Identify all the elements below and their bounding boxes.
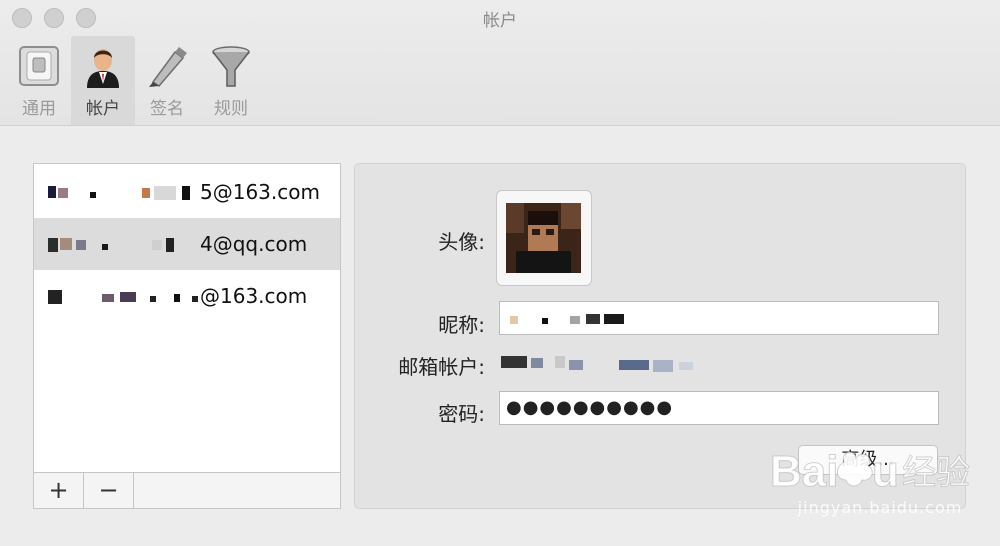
- tab-general[interactable]: 通用: [7, 36, 71, 125]
- tab-rules-label: 规则: [214, 99, 248, 119]
- tab-signatures-label: 签名: [150, 99, 184, 119]
- redacted-text: [48, 186, 190, 200]
- redacted-text: [48, 290, 198, 304]
- svg-text:u: u: [872, 447, 899, 496]
- account-list: 5@163.com 4@qq.com @163.com + −: [33, 163, 341, 509]
- nickname-label: 昵称:: [438, 313, 485, 337]
- window-title: 帐户: [483, 11, 517, 31]
- account-row[interactable]: 5@163.com: [34, 166, 340, 218]
- tab-rules[interactable]: 规则: [199, 36, 263, 125]
- add-account-button[interactable]: +: [34, 473, 84, 508]
- avatar-well[interactable]: [496, 190, 592, 286]
- list-footer: + −: [34, 472, 340, 508]
- user-icon: [87, 49, 119, 88]
- account-row-selected[interactable]: 4@qq.com: [34, 218, 340, 270]
- password-field[interactable]: ●●●●●●●●●●: [499, 391, 939, 425]
- account-address: 5@163.com: [200, 180, 320, 204]
- tab-general-label: 通用: [22, 99, 56, 119]
- baidu-logo: Bai u 经验: [770, 447, 971, 497]
- switch-icon: [19, 46, 59, 86]
- password-label: 密码:: [438, 402, 485, 426]
- account-address: @163.com: [200, 284, 308, 308]
- tab-signatures[interactable]: 签名: [135, 36, 199, 125]
- svg-text:Bai: Bai: [770, 447, 838, 496]
- tab-accounts[interactable]: 帐户: [71, 36, 135, 125]
- tab-accounts-label: 帐户: [86, 99, 120, 119]
- redacted-text: [48, 238, 174, 252]
- email-account-redacted: [501, 356, 693, 372]
- watermark: Bai u 经验 jingyan.baidu.com: [770, 438, 996, 524]
- pen-icon: [149, 47, 187, 87]
- window-toolbar: 帐户 通用 帐户 签名 规则: [0, 0, 1000, 126]
- account-address: 4@qq.com: [200, 232, 308, 256]
- nickname-field[interactable]: [499, 301, 939, 335]
- avatar-label: 头像:: [438, 230, 485, 254]
- svg-text:经验: 经验: [902, 453, 970, 493]
- email-account-label: 邮箱帐户:: [398, 355, 485, 379]
- account-row[interactable]: @163.com: [34, 270, 340, 322]
- watermark-site: jingyan.baidu.com: [797, 498, 963, 517]
- funnel-icon: [212, 46, 250, 87]
- avatar: [506, 203, 581, 273]
- redacted-text: [510, 314, 624, 324]
- remove-account-button[interactable]: −: [84, 473, 134, 508]
